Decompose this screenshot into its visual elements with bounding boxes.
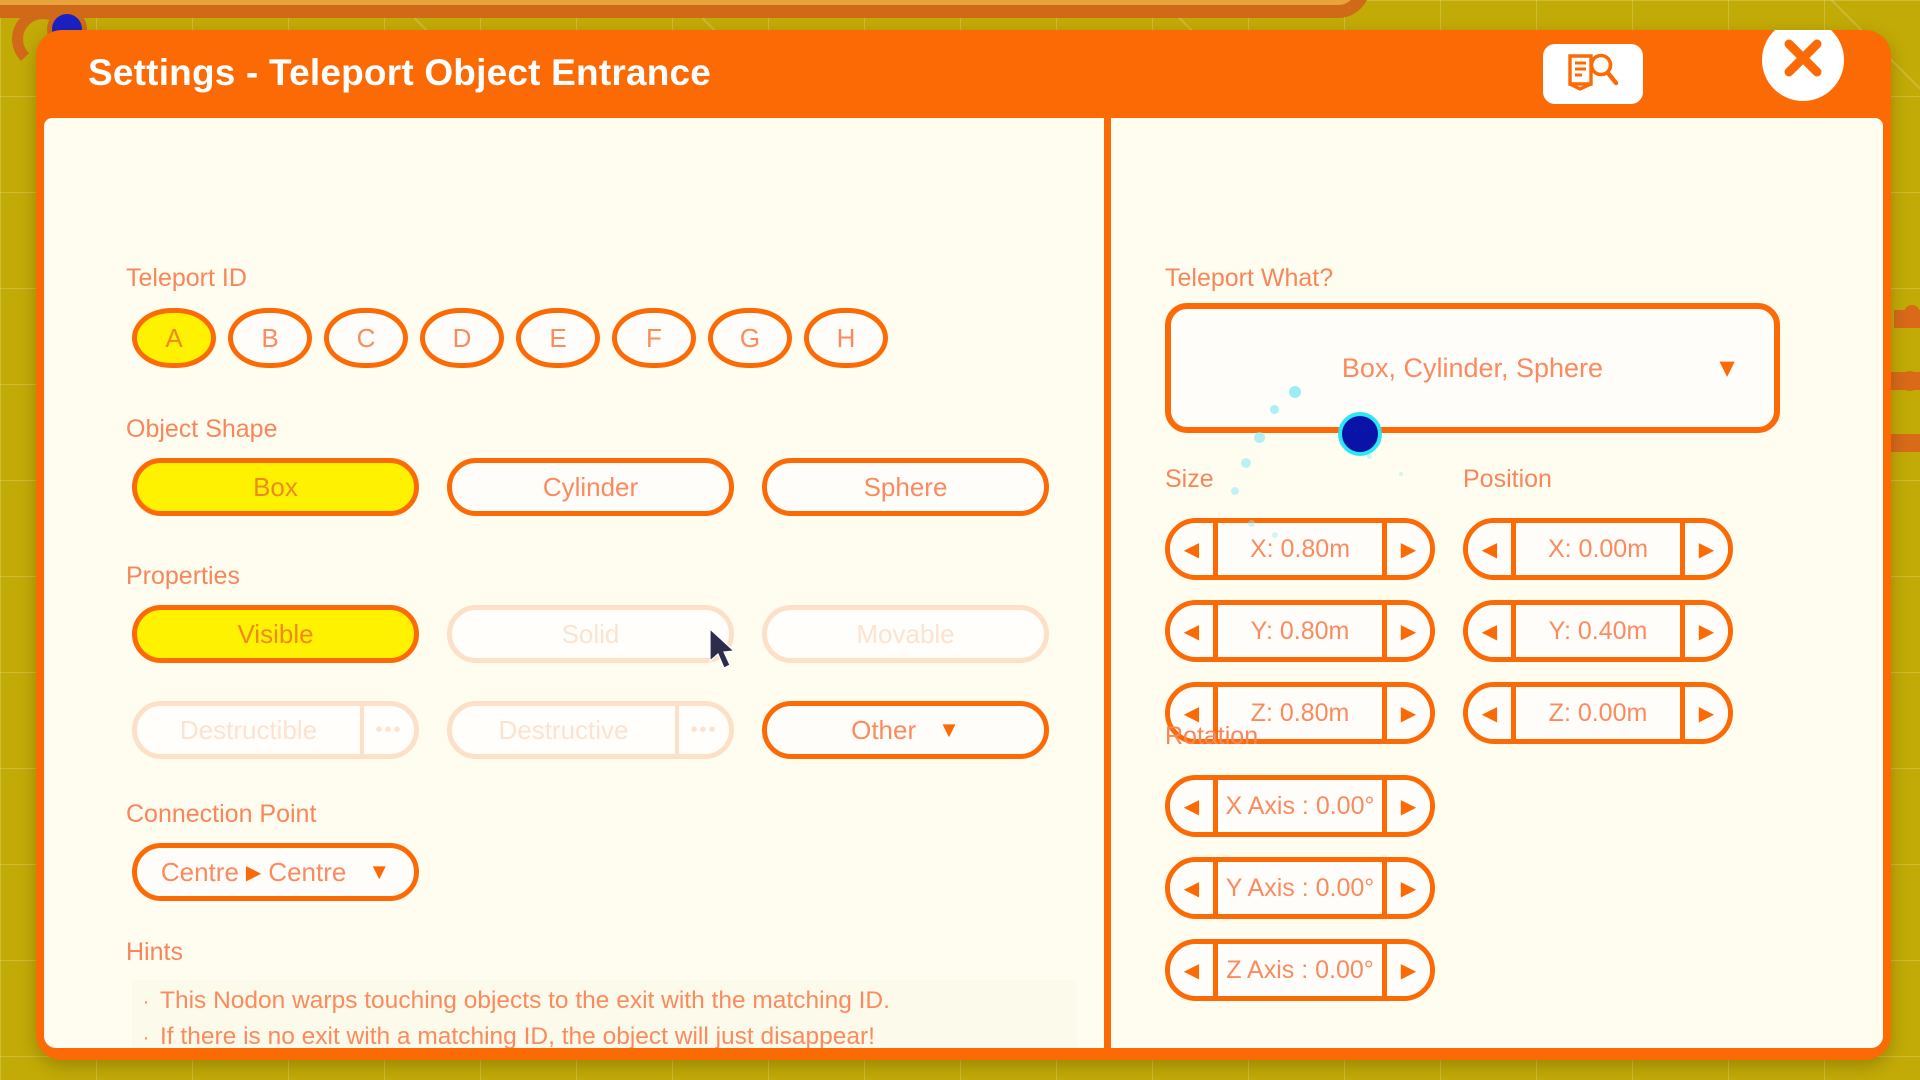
connection-point-label: Connection Point xyxy=(126,800,317,828)
book-search-icon xyxy=(1566,50,1620,99)
object-shape-option-cylinder[interactable]: Cylinder xyxy=(447,458,734,516)
position-y-stepper[interactable]: ◀ Y: 0.40m ▶ xyxy=(1463,600,1733,662)
hint-item: · This Nodon warps touching objects to t… xyxy=(132,984,1077,1020)
bullet-icon: · xyxy=(142,991,150,1013)
hint-text: This Nodon warps touching objects to the… xyxy=(160,987,890,1014)
position-y-decrease-button[interactable]: ◀ xyxy=(1468,605,1516,657)
properties-row-1: Visible Solid Movable xyxy=(132,605,1049,663)
position-z-stepper[interactable]: ◀ Z: 0.00m ▶ xyxy=(1463,682,1733,744)
rotation-y-decrease-button[interactable]: ◀ xyxy=(1170,862,1218,914)
property-movable[interactable]: Movable xyxy=(762,605,1049,663)
property-visible[interactable]: Visible xyxy=(132,605,419,663)
rotation-x-decrease-button[interactable]: ◀ xyxy=(1170,780,1218,832)
size-x-value[interactable]: X: 0.80m xyxy=(1218,523,1382,575)
teleport-id-option-f[interactable]: F xyxy=(612,308,696,368)
teleport-id-option-a[interactable]: A xyxy=(132,308,216,368)
property-destructive[interactable]: Destructive ••• xyxy=(447,701,734,759)
bullet-icon: · xyxy=(142,1026,150,1049)
connection-point-from: Centre xyxy=(160,856,239,887)
rotation-x-increase-button[interactable]: ▶ xyxy=(1382,780,1430,832)
nodon-edge-port[interactable] xyxy=(1900,371,1920,391)
object-shape-option-box[interactable]: Box xyxy=(132,458,419,516)
page-title: Settings - Teleport Object Entrance xyxy=(88,52,712,94)
object-shape-label: Object Shape xyxy=(126,415,278,443)
connection-point-to: Centre xyxy=(268,856,347,887)
chevron-down-icon: ▼ xyxy=(1714,352,1740,383)
position-z-value[interactable]: Z: 0.00m xyxy=(1516,687,1680,739)
property-destructible-label: Destructible xyxy=(179,714,318,745)
guide-button[interactable] xyxy=(1543,44,1643,104)
position-x-decrease-button[interactable]: ◀ xyxy=(1468,523,1516,575)
connection-point-dropdown[interactable]: Centre ▶ Centre ▼ xyxy=(132,843,419,901)
rotation-x-value[interactable]: X Axis : 0.00° xyxy=(1218,780,1382,832)
chevron-down-icon: ▼ xyxy=(938,717,960,742)
teleport-id-option-e[interactable]: E xyxy=(516,308,600,368)
dialog-titlebar: Settings - Teleport Object Entrance xyxy=(36,30,1891,118)
property-destructive-more-button[interactable]: ••• xyxy=(675,706,729,754)
close-icon xyxy=(1777,32,1829,89)
rotation-y-increase-button[interactable]: ▶ xyxy=(1382,862,1430,914)
teleport-what-dropdown[interactable]: Box, Cylinder, Sphere ▼ xyxy=(1165,303,1780,433)
teleport-what-value: Box, Cylinder, Sphere xyxy=(1341,352,1604,383)
left-settings-panel: Teleport ID A B C D E F G H Object Shape… xyxy=(44,118,1104,1048)
rotation-z-stepper[interactable]: ◀ Z Axis : 0.00° ▶ xyxy=(1165,939,1435,1001)
size-x-decrease-button[interactable]: ◀ xyxy=(1170,523,1218,575)
rotation-z-increase-button[interactable]: ▶ xyxy=(1382,944,1430,996)
object-shape-group: Box Cylinder Sphere xyxy=(132,458,1049,516)
size-y-stepper[interactable]: ◀ Y: 0.80m ▶ xyxy=(1165,600,1435,662)
position-x-value[interactable]: X: 0.00m xyxy=(1516,523,1680,575)
properties-label: Properties xyxy=(126,562,240,590)
size-y-increase-button[interactable]: ▶ xyxy=(1382,605,1430,657)
property-destructive-label: Destructive xyxy=(498,714,629,745)
properties-row-2: Destructible ••• Destructive ••• Other ▼ xyxy=(132,701,1049,759)
rotation-z-value[interactable]: Z Axis : 0.00° xyxy=(1218,944,1382,996)
arrow-right-icon: ▶ xyxy=(245,861,262,884)
close-button[interactable] xyxy=(1757,30,1849,106)
dialog-body: Teleport ID A B C D E F G H Object Shape… xyxy=(44,118,1883,1048)
rotation-y-value[interactable]: Y Axis : 0.00° xyxy=(1218,862,1382,914)
settings-dialog: Settings - Teleport Object Entrance Tele… xyxy=(36,30,1891,1060)
hints-list: · This Nodon warps touching objects to t… xyxy=(132,980,1077,1048)
size-x-increase-button[interactable]: ▶ xyxy=(1382,523,1430,575)
rotation-y-stepper[interactable]: ◀ Y Axis : 0.00° ▶ xyxy=(1165,857,1435,919)
right-settings-panel: Teleport What? Box, Cylinder, Sphere ▼ S… xyxy=(1111,118,1883,1048)
position-x-stepper[interactable]: ◀ X: 0.00m ▶ xyxy=(1463,518,1733,580)
nodon-edge-port[interactable] xyxy=(1904,305,1920,321)
size-label: Size xyxy=(1165,465,1214,493)
teleport-id-group: A B C D E F G H xyxy=(132,308,888,368)
property-destructible[interactable]: Destructible ••• xyxy=(132,701,419,759)
position-z-decrease-button[interactable]: ◀ xyxy=(1468,687,1516,739)
size-y-decrease-button[interactable]: ◀ xyxy=(1170,605,1218,657)
teleport-id-option-g[interactable]: G xyxy=(708,308,792,368)
property-other-dropdown[interactable]: Other ▼ xyxy=(762,701,1049,759)
rotation-x-stepper[interactable]: ◀ X Axis : 0.00° ▶ xyxy=(1165,775,1435,837)
panel-divider xyxy=(1104,118,1111,1048)
teleport-id-option-d[interactable]: D xyxy=(420,308,504,368)
position-y-value[interactable]: Y: 0.40m xyxy=(1516,605,1680,657)
position-y-increase-button[interactable]: ▶ xyxy=(1680,605,1728,657)
teleport-id-option-b[interactable]: B xyxy=(228,308,312,368)
hints-label: Hints xyxy=(126,938,183,966)
size-x-stepper[interactable]: ◀ X: 0.80m ▶ xyxy=(1165,518,1435,580)
teleport-id-option-c[interactable]: C xyxy=(324,308,408,368)
teleport-what-label: Teleport What? xyxy=(1165,264,1334,292)
size-y-value[interactable]: Y: 0.80m xyxy=(1218,605,1382,657)
rotation-label: Rotation xyxy=(1165,722,1259,750)
teleport-id-option-h[interactable]: H xyxy=(804,308,888,368)
property-other-label: Other xyxy=(851,714,917,745)
rotation-z-decrease-button[interactable]: ◀ xyxy=(1170,944,1218,996)
hint-text: If there is no exit with a matching ID, … xyxy=(160,1022,875,1049)
position-label: Position xyxy=(1463,465,1552,493)
hint-item: · If there is no exit with a matching ID… xyxy=(132,1020,1077,1049)
object-shape-option-sphere[interactable]: Sphere xyxy=(762,458,1049,516)
nodon-block-background xyxy=(0,0,1370,18)
chevron-down-icon: ▼ xyxy=(368,859,391,884)
size-z-increase-button[interactable]: ▶ xyxy=(1382,687,1430,739)
position-z-increase-button[interactable]: ▶ xyxy=(1680,687,1728,739)
position-x-increase-button[interactable]: ▶ xyxy=(1680,523,1728,575)
property-destructible-more-button[interactable]: ••• xyxy=(360,706,414,754)
teleport-id-label: Teleport ID xyxy=(126,264,247,292)
property-solid[interactable]: Solid xyxy=(447,605,734,663)
